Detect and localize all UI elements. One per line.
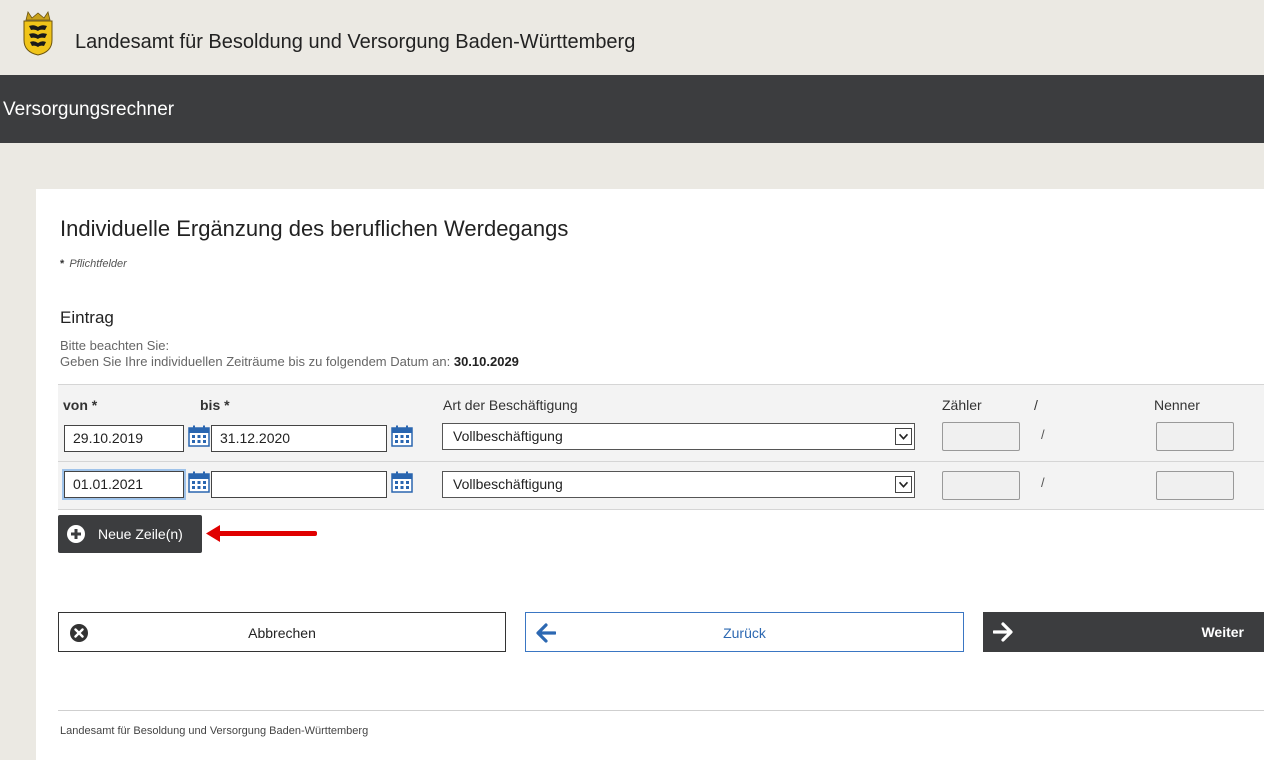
row1-slash: / (1041, 427, 1045, 442)
page-title: Individuelle Ergänzung des beruflichen W… (60, 216, 569, 241)
coat-of-arms-icon (23, 11, 53, 56)
row1-numerator-input[interactable] (942, 422, 1020, 451)
employment-table: von * bis * Art der Beschäftigung Zähler… (58, 384, 1264, 510)
row2-employment-type-value: Vollbeschäftigung (453, 476, 563, 492)
row1-denominator-input[interactable] (1156, 422, 1234, 451)
row2-employment-type-select[interactable]: Vollbeschäftigung (442, 471, 915, 498)
header-employment-type: Art der Beschäftigung (443, 397, 578, 413)
back-label: Zurück (723, 625, 766, 641)
cancel-button[interactable]: Abbrechen (58, 612, 506, 652)
chevron-down-icon (895, 476, 912, 493)
section-title: Eintrag (60, 308, 114, 327)
footer-divider (58, 710, 1264, 711)
row1-employment-type-value: Vollbeschäftigung (453, 428, 563, 444)
arrow-right-icon (993, 622, 1013, 642)
add-row-button[interactable]: Neue Zeile(n) (58, 515, 202, 553)
back-button[interactable]: Zurück (525, 612, 964, 652)
row2-from-date-input[interactable]: 01.01.2021 (64, 471, 184, 498)
hint-line-2: Geben Sie Ihre individuellen Zeiträume b… (60, 354, 519, 369)
hint-deadline-date: 30.10.2029 (453, 354, 519, 369)
app-title[interactable]: Versorgungsrechner (3, 99, 174, 121)
add-row-label: Neue Zeile(n) (98, 526, 183, 542)
cancel-label: Abbrechen (248, 625, 316, 641)
row2-to-date-input[interactable] (211, 471, 387, 498)
header-from: von * (63, 397, 98, 413)
row2-numerator-input[interactable] (942, 471, 1020, 500)
header-to: bis * (200, 397, 230, 413)
header-denominator: Nenner (1154, 397, 1200, 413)
row-divider (58, 461, 1264, 462)
calendar-icon[interactable] (391, 425, 413, 447)
org-title: Landesamt für Besoldung und Versorgung B… (75, 31, 636, 53)
required-note-text: Pflichtfelder (69, 258, 127, 270)
row1-from-date-input[interactable]: 29.10.2019 (64, 425, 184, 452)
required-marker: * (60, 258, 65, 270)
row2-denominator-input[interactable] (1156, 471, 1234, 500)
calendar-icon[interactable] (391, 471, 413, 493)
chevron-down-icon (895, 428, 912, 445)
hint-line-1: Bitte beachten Sie: (60, 338, 170, 353)
required-fields-note: * Pflichtfelder (60, 258, 127, 270)
calendar-icon[interactable] (188, 471, 210, 493)
header-slash: / (1034, 397, 1038, 413)
row2-slash: / (1041, 475, 1045, 490)
row1-employment-type-select[interactable]: Vollbeschäftigung (442, 423, 915, 450)
plus-circle-icon (67, 525, 85, 543)
row1-to-date-input[interactable]: 31.12.2020 (211, 425, 387, 452)
next-label: Weiter (1201, 624, 1244, 640)
calendar-icon[interactable] (188, 425, 210, 447)
top-header: Landesamt für Besoldung und Versorgung B… (0, 0, 1264, 75)
app-navbar: Versorgungsrechner (0, 75, 1264, 143)
footer-text: Landesamt für Besoldung und Versorgung B… (60, 725, 369, 737)
red-arrow-icon (206, 525, 317, 542)
next-button[interactable]: Weiter (983, 612, 1264, 652)
header-numerator: Zähler (942, 397, 982, 413)
hint-prefix: Geben Sie Ihre individuellen Zeiträume b… (60, 354, 451, 369)
